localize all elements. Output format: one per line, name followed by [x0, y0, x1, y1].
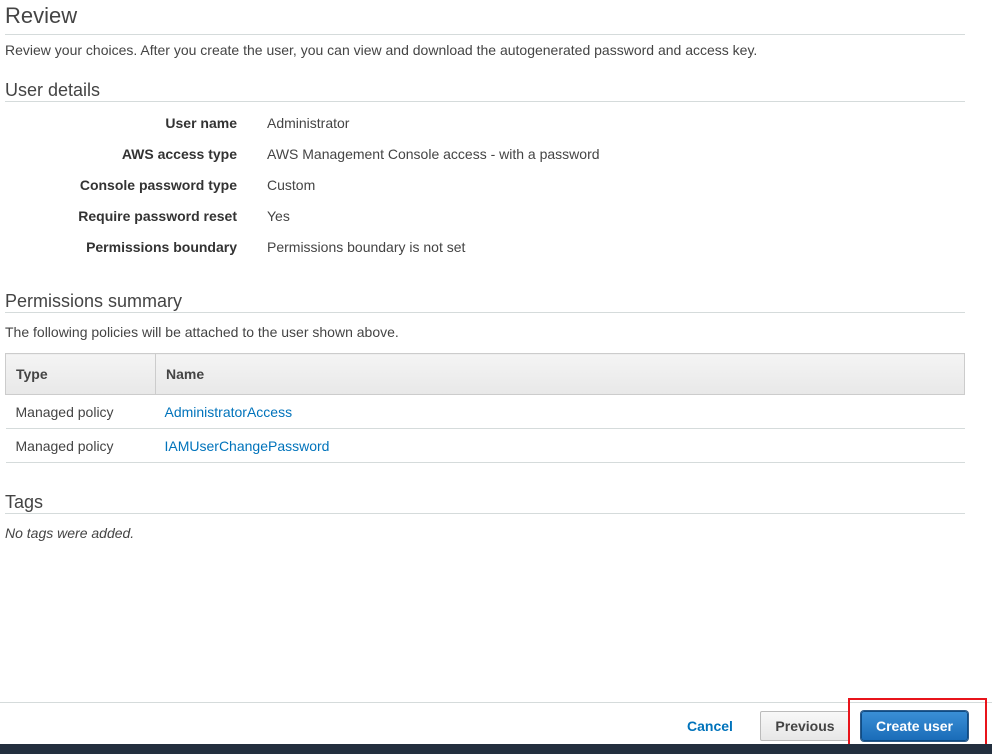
cancel-button[interactable]: Cancel — [676, 715, 744, 737]
no-tags-message: No tags were added. — [5, 525, 135, 541]
detail-row-permissions-boundary: Permissions boundary Permissions boundar… — [5, 231, 965, 262]
detail-label: Require password reset — [78, 207, 237, 224]
detail-label: AWS access type — [121, 145, 237, 162]
console-bottom-bar — [0, 744, 992, 754]
policy-type-cell: Managed policy — [5, 428, 156, 463]
policy-name-cell: IAMUserChangePassword — [155, 428, 965, 463]
policy-name-cell: AdministratorAccess — [155, 394, 965, 429]
table-row: Managed policy IAMUserChangePassword — [5, 428, 965, 463]
wizard-footer: Cancel Previous Create user — [0, 702, 992, 745]
policy-type-cell: Managed policy — [5, 394, 156, 429]
detail-value: Administrator — [267, 114, 350, 131]
detail-value: Permissions boundary is not set — [267, 238, 466, 255]
policy-link[interactable]: AdministratorAccess — [165, 404, 293, 420]
detail-value: Custom — [267, 176, 316, 193]
column-header-name[interactable]: Name — [155, 353, 965, 395]
detail-label: Permissions boundary — [86, 238, 237, 255]
table-row: Managed policy AdministratorAccess — [5, 394, 965, 429]
detail-value: AWS Management Console access - with a p… — [267, 145, 600, 162]
review-intro: Review your choices. After you create th… — [5, 42, 758, 58]
tags-heading: Tags — [5, 491, 965, 514]
user-details-list: User name Administrator AWS access type … — [5, 102, 965, 262]
policies-table: Type Name Managed policy AdministratorAc… — [5, 353, 965, 463]
permissions-summary-heading: Permissions summary — [5, 290, 965, 313]
create-user-button[interactable]: Create user — [861, 711, 968, 741]
permissions-description: The following policies will be attached … — [5, 324, 399, 340]
policy-link[interactable]: IAMUserChangePassword — [165, 438, 330, 454]
detail-label: User name — [165, 114, 237, 131]
previous-button[interactable]: Previous — [760, 711, 850, 741]
iam-add-user-review-page: Review Review your choices. After you cr… — [0, 0, 992, 754]
user-details-heading: User details — [5, 79, 965, 102]
detail-row-password-reset: Require password reset Yes — [5, 200, 965, 231]
detail-row-password-type: Console password type Custom — [5, 169, 965, 200]
page-title: Review — [5, 0, 965, 35]
detail-value: Yes — [267, 207, 290, 224]
table-header-row: Type Name — [5, 353, 965, 395]
column-header-type[interactable]: Type — [5, 353, 156, 395]
detail-label: Console password type — [79, 176, 237, 193]
detail-row-user-name: User name Administrator — [5, 107, 965, 138]
review-content: Review Review your choices. After you cr… — [5, 0, 965, 541]
detail-row-access-type: AWS access type AWS Management Console a… — [5, 138, 965, 169]
